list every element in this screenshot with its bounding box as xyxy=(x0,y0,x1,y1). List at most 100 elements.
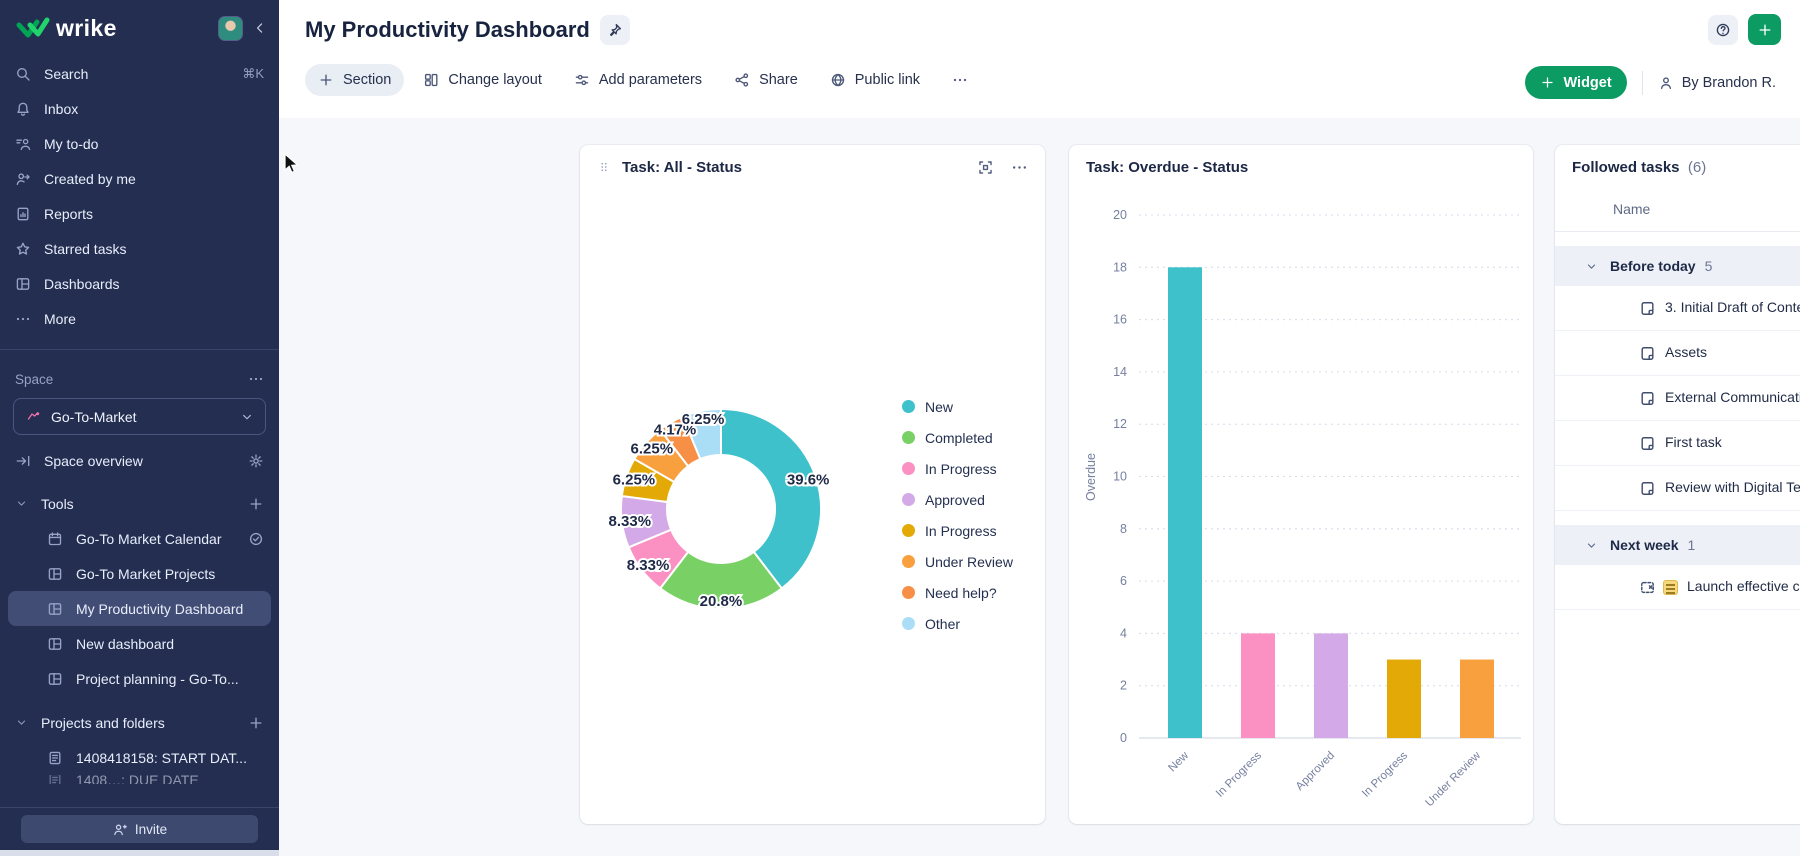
sidebar-scrollbar[interactable] xyxy=(0,850,279,856)
main-area: My Productivity Dashboard .f{fill:curren… xyxy=(279,0,1800,856)
public-link-button[interactable]: .f{fill:currentColor;stroke:none}.w{fill… xyxy=(817,64,933,96)
section-label: Section xyxy=(343,72,391,88)
bar-0[interactable] xyxy=(1168,267,1202,738)
sidebar-item-project[interactable]: .f{fill:currentColor;stroke:none}.w{fill… xyxy=(0,775,279,784)
bar-1[interactable] xyxy=(1241,633,1275,738)
widget-more-icon[interactable]: .f{fill:currentColor;stroke:none}.w{fill… xyxy=(1011,159,1028,176)
y-tick-label: 8 xyxy=(1120,522,1127,536)
sidebar-collapse-icon[interactable]: .f{fill:currentColor;stroke:none}.w{fill… xyxy=(253,21,267,35)
add-tool-icon[interactable]: .f{fill:currentColor;stroke:none}.w{fill… xyxy=(248,496,264,512)
legend-item[interactable]: Need help? xyxy=(902,577,1013,608)
add-section-button[interactable]: .f{fill:currentColor;stroke:none}.w{fill… xyxy=(305,64,404,96)
sidebar-item-label: Project planning - Go-To... xyxy=(76,671,239,687)
group-header-next-week[interactable]: .f{fill:currentColor;stroke:none}.w{fill… xyxy=(1555,525,1800,565)
task-name: Review with Digital Team xyxy=(1665,479,1800,495)
task-row[interactable]: .f{fill:currentColor;stroke:none}.w{fill… xyxy=(1555,466,1800,511)
toolbar-more-button[interactable]: .f{fill:currentColor;stroke:none}.w{fill… xyxy=(939,64,981,96)
sidebar-group-tools[interactable]: .f{fill:currentColor;stroke:none}.w{fill… xyxy=(0,486,279,521)
legend-dot xyxy=(902,555,915,568)
legend-label: Need help? xyxy=(925,585,997,601)
legend-item[interactable]: New xyxy=(902,391,1013,422)
group-header-before-today[interactable]: .f{fill:currentColor;stroke:none}.w{fill… xyxy=(1555,246,1800,286)
column-name[interactable]: Name xyxy=(1613,201,1650,217)
search-icon: .f{fill:currentColor;stroke:none}.w{fill… xyxy=(15,66,31,82)
legend-item[interactable]: Under Review xyxy=(902,546,1013,577)
divider xyxy=(1642,71,1643,95)
expand-widget-icon[interactable]: .f{fill:currentColor;stroke:none}.w{fill… xyxy=(977,159,994,176)
task-row[interactable]: .f{fill:currentColor;stroke:none}.w{fill… xyxy=(1555,331,1800,376)
bar-3[interactable] xyxy=(1387,660,1421,738)
doc-icon: .f{fill:currentColor;stroke:none}.w{fill… xyxy=(1639,435,1656,452)
bar-4[interactable] xyxy=(1460,660,1494,738)
donut-label: 6.25% xyxy=(613,471,656,488)
sidebar-item-project[interactable]: .f{fill:currentColor;stroke:none}.w{fill… xyxy=(0,740,279,775)
sidebar-item-go-to-market-calendar[interactable]: .f{fill:currentColor;stroke:none}.w{fill… xyxy=(0,521,279,556)
legend-item[interactable]: Approved xyxy=(902,484,1013,515)
sidebar-group-projects[interactable]: .f{fill:currentColor;stroke:none}.w{fill… xyxy=(0,705,279,740)
task-row[interactable]: .f{fill:currentColor;stroke:none}.w{fill… xyxy=(1555,421,1800,466)
dashboard-owner[interactable]: .f{fill:currentColor;stroke:none}.w{fill… xyxy=(1658,75,1776,91)
space-more-icon[interactable]: .f{fill:currentColor;stroke:none}.w{fill… xyxy=(248,371,264,387)
legend-item[interactable]: In Progress xyxy=(902,515,1013,546)
task-name: Assets xyxy=(1665,344,1707,360)
donut-label: 20.8% xyxy=(700,593,743,610)
task-row[interactable]: .f{fill:currentColor;stroke:none}.w{fill… xyxy=(1555,286,1800,331)
legend-item[interactable]: In Progress xyxy=(902,453,1013,484)
sidebar-item-dashboards[interactable]: .f{fill:currentColor;stroke:none}.w{fill… xyxy=(0,266,279,301)
add-project-icon[interactable]: .f{fill:currentColor;stroke:none}.w{fill… xyxy=(248,715,264,731)
gear-icon[interactable]: .f{fill:currentColor;stroke:none}.w{fill… xyxy=(248,453,264,469)
change-layout-button[interactable]: .f{fill:currentColor;stroke:none}.w{fill… xyxy=(410,64,555,96)
legend-dot xyxy=(902,462,915,475)
sidebar-item-label: 1408418158: START DAT... xyxy=(76,750,247,766)
owner-label: By Brandon R. xyxy=(1682,75,1776,91)
widget-button-label: Widget xyxy=(1563,75,1611,91)
sidebar-item-go-to-market-projects[interactable]: .f{fill:currentColor;stroke:none}.w{fill… xyxy=(0,556,279,591)
search-shortcut: ⌘K xyxy=(242,66,264,82)
bar-2[interactable] xyxy=(1314,633,1348,738)
sidebar-item-search[interactable]: .f{fill:currentColor;stroke:none}.w{fill… xyxy=(0,56,279,91)
notes-icon: .f{fill:currentColor;stroke:none}.w{fill… xyxy=(47,775,63,784)
chevron-down-icon: .f{fill:currentColor;stroke:none}.w{fill… xyxy=(15,716,28,729)
legend-item[interactable]: Completed xyxy=(902,422,1013,453)
legend-label: Under Review xyxy=(925,554,1013,570)
user-avatar[interactable] xyxy=(218,16,243,41)
search-label: Search xyxy=(44,66,88,82)
wrike-logo-icon xyxy=(16,15,50,41)
space-icon: .f{fill:currentColor;stroke:none}.w{fill… xyxy=(25,409,41,425)
space-selector[interactable]: .f{fill:currentColor;stroke:none}.w{fill… xyxy=(13,398,266,435)
add-parameters-button[interactable]: .f{fill:currentColor;stroke:none}.w{fill… xyxy=(561,64,715,96)
sidebar-item-more[interactable]: .f{fill:currentColor;stroke:none}.w{fill… xyxy=(0,301,279,336)
sidebar-item-label: Dashboards xyxy=(44,276,120,292)
page-title: My Productivity Dashboard xyxy=(305,17,590,43)
followed-count: (6) xyxy=(1688,159,1706,176)
share-button[interactable]: .f{fill:currentColor;stroke:none}.w{fill… xyxy=(721,64,811,96)
sidebar-item-space-overview[interactable]: .f{fill:currentColor;stroke:none}.w{fill… xyxy=(0,443,279,478)
more-icon: .f{fill:currentColor;stroke:none}.w{fill… xyxy=(952,72,968,88)
sidebar-item-my-to-do[interactable]: .f{fill:currentColor;stroke:none}.w{fill… xyxy=(0,126,279,161)
invite-button[interactable]: .f{fill:currentColor;stroke:none}.w{fill… xyxy=(21,815,258,843)
global-add-button[interactable]: .f{fill:currentColor;stroke:none}.w{fill… xyxy=(1748,14,1781,45)
sidebar-item-created-by-me[interactable]: .f{fill:currentColor;stroke:none}.w{fill… xyxy=(0,161,279,196)
sidebar-item-my-productivity-dashboard[interactable]: .f{fill:currentColor;stroke:none}.w{fill… xyxy=(8,591,271,626)
pin-button[interactable]: .f{fill:currentColor;stroke:none}.w{fill… xyxy=(600,15,630,45)
sidebar-item-starred-tasks[interactable]: .f{fill:currentColor;stroke:none}.w{fill… xyxy=(0,231,279,266)
legend-item[interactable]: Other xyxy=(902,608,1013,639)
task-row[interactable]: .f{fill:currentColor;stroke:none}.w{fill… xyxy=(1555,376,1800,421)
layout-icon: .f{fill:currentColor;stroke:none}.w{fill… xyxy=(423,72,439,88)
sidebar-item-project-planning-go-to-[interactable]: .f{fill:currentColor;stroke:none}.w{fill… xyxy=(0,661,279,696)
y-tick-label: 6 xyxy=(1120,574,1127,588)
widget-title: Task: All - Status xyxy=(622,159,742,176)
chevron-down-icon: .f{fill:currentColor;stroke:none}.w{fill… xyxy=(1585,260,1598,273)
doc-icon: .f{fill:currentColor;stroke:none}.w{fill… xyxy=(1639,390,1656,407)
sidebar-item-reports[interactable]: .f{fill:currentColor;stroke:none}.w{fill… xyxy=(0,196,279,231)
sidebar-item-inbox[interactable]: .f{fill:currentColor;stroke:none}.w{fill… xyxy=(0,91,279,126)
sidebar-item-new-dashboard[interactable]: .f{fill:currentColor;stroke:none}.w{fill… xyxy=(0,626,279,661)
doc-icon: .f{fill:currentColor;stroke:none}.w{fill… xyxy=(1639,345,1656,362)
help-button[interactable]: .f{fill:currentColor;stroke:none}.w{fill… xyxy=(1708,15,1738,45)
legend-label: New xyxy=(925,399,953,415)
drag-handle-icon[interactable]: .f{fill:currentColor;stroke:none}.w{fill… xyxy=(597,160,611,174)
add-widget-button[interactable]: .f{fill:currentColor;stroke:none}.w{fill… xyxy=(1525,66,1626,99)
task-row[interactable]: .f{fill:currentColor;stroke:none}.w{fill… xyxy=(1555,565,1800,610)
widget-task-overdue-status: Task: Overdue - Status 02468101214161820… xyxy=(1069,145,1533,824)
check-circle-icon: .f{fill:currentColor;stroke:none}.w{fill… xyxy=(248,531,264,547)
